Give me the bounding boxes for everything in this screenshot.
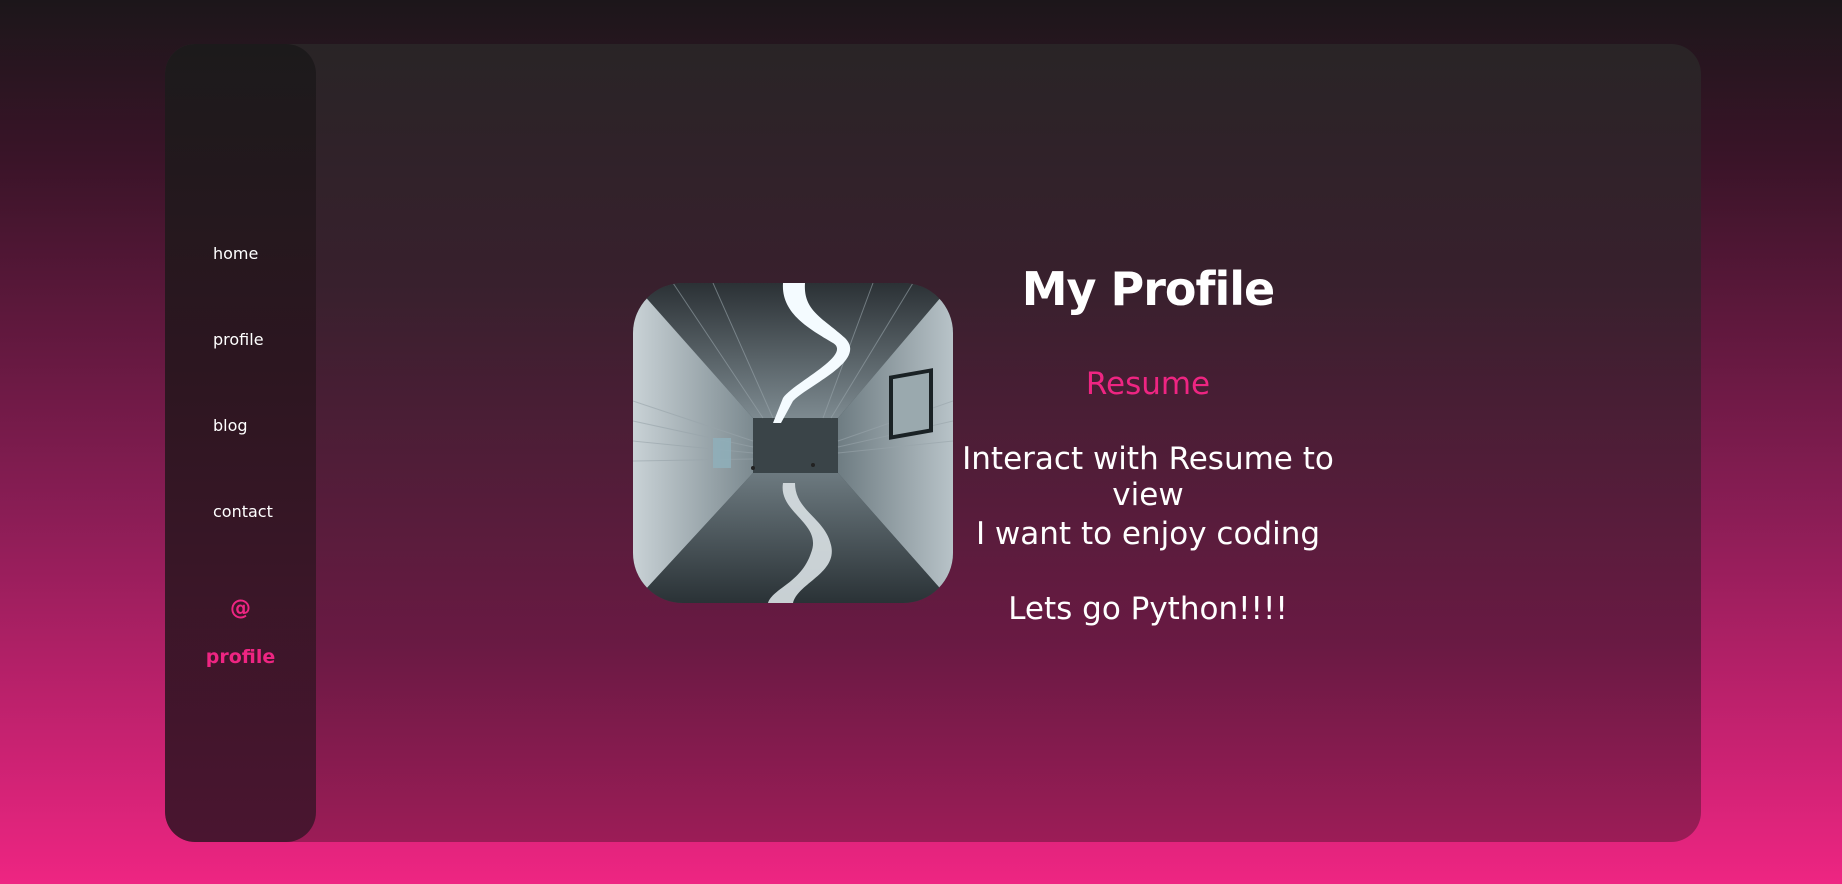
sidebar: home profile blog contact @ profile: [165, 44, 316, 842]
nav-home-link[interactable]: home: [213, 244, 258, 263]
profile-photo: [633, 283, 953, 603]
profile-line-coding: I want to enjoy coding: [975, 516, 1321, 552]
profile-line-interact: Interact with Resume to view: [962, 441, 1334, 513]
brand-at-symbol: @: [230, 596, 251, 620]
nav-contact-link[interactable]: contact: [213, 502, 273, 521]
page-title: My Profile: [1021, 262, 1276, 316]
nav-blog-link[interactable]: blog: [213, 416, 248, 435]
corridor-photo-icon: [633, 283, 953, 603]
nav-profile-link[interactable]: profile: [213, 330, 264, 349]
resume-link[interactable]: Resume: [923, 366, 1373, 402]
profile-line-python: Lets go Python!!!!: [1008, 591, 1288, 627]
brand-name: profile: [205, 646, 276, 668]
profile-card: home profile blog contact @ profile My P…: [165, 44, 1701, 842]
